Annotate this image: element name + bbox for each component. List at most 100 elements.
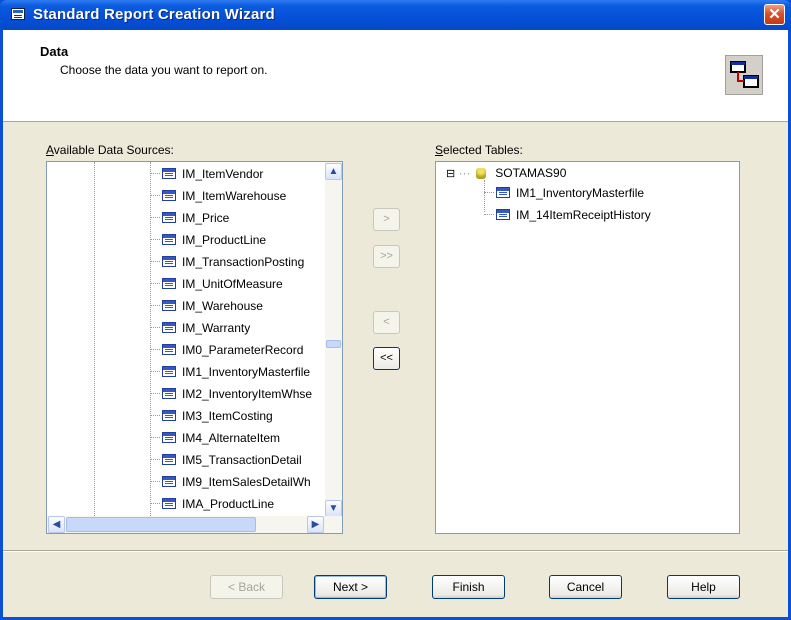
selected-table-item[interactable]: IM_14ItemReceiptHistory — [484, 205, 651, 225]
scroll-down-button[interactable]: ▼ — [325, 500, 342, 517]
tree-connector — [150, 503, 160, 504]
list-item[interactable]: IM_ProductLine — [150, 230, 266, 250]
list-item-label: IM5_TransactionDetail — [182, 453, 302, 467]
selected-tables-label: Selected Tables: — [435, 143, 523, 157]
list-item[interactable]: IM4_AlternateItem — [150, 428, 280, 448]
list-item-label: IM_Warehouse — [182, 299, 263, 313]
list-item[interactable]: IM_UnitOfMeasure — [150, 274, 283, 294]
list-item[interactable]: IMA_ProductLine — [150, 494, 274, 514]
selected-table-label: IM1_InventoryMasterfile — [516, 186, 645, 200]
step-title: Data — [40, 44, 69, 59]
list-item[interactable]: IM_ItemWarehouse — [150, 186, 286, 206]
app-window-icon — [11, 8, 25, 20]
collapse-icon[interactable]: ⊟ — [446, 168, 455, 180]
remove-all-tables-button[interactable]: << — [373, 347, 400, 370]
scroll-up-button[interactable]: ▲ — [325, 163, 342, 180]
footer-divider — [3, 550, 788, 552]
list-item-label: IM_UnitOfMeasure — [182, 277, 283, 291]
vertical-scroll-thumb[interactable] — [326, 340, 341, 348]
list-item-label: IM_ProductLine — [182, 233, 267, 247]
finish-button[interactable]: Finish — [432, 575, 505, 599]
horizontal-scroll-thumb[interactable] — [66, 517, 256, 532]
table-icon — [162, 278, 176, 290]
table-icon — [162, 168, 176, 180]
step-subtitle: Choose the data you want to report on. — [60, 63, 268, 77]
list-item-label: IM3_ItemCosting — [182, 409, 273, 423]
table-icon — [496, 209, 510, 221]
table-icon — [162, 432, 176, 444]
available-sources-list[interactable]: IM_ItemVendor IM_ItemWarehouse IM_Price IM_… — [46, 161, 343, 534]
tree-connector — [150, 327, 160, 328]
title-bar[interactable]: Standard Report Creation Wizard ✕ — [0, 0, 791, 30]
table-icon — [496, 187, 510, 199]
available-horizontal-scrollbar[interactable]: ◀ ▶ — [47, 516, 342, 533]
selected-tables-list[interactable]: ⊟ ··· SOTAMAS90 IM1_InventoryMasterfile I… — [435, 161, 740, 534]
table-icon — [162, 498, 176, 510]
list-item[interactable]: IM1_InventoryMasterfile — [150, 362, 310, 382]
help-button-label: Help — [691, 580, 716, 594]
table-icon — [162, 212, 176, 224]
scroll-left-button[interactable]: ◀ — [48, 516, 65, 533]
add-table-button[interactable]: > — [373, 208, 400, 231]
list-item-label: IM4_AlternateItem — [182, 431, 281, 445]
help-button[interactable]: Help — [667, 575, 740, 599]
next-button[interactable]: Next > — [314, 575, 387, 599]
database-icon — [475, 168, 486, 180]
tree-connector: ··· — [458, 166, 471, 180]
table-icon — [162, 410, 176, 422]
tree-connector — [150, 173, 160, 174]
tree-guide-line — [94, 162, 95, 518]
selected-table-item[interactable]: IM1_InventoryMasterfile — [484, 183, 644, 203]
next-button-label: Next > — [332, 580, 368, 594]
list-item[interactable]: IM3_ItemCosting — [150, 406, 273, 426]
wizard-window: Standard Report Creation Wizard ✕ Data C… — [0, 0, 791, 620]
wizard-body: Data Choose the data you want to report … — [3, 30, 788, 617]
tree-root-node[interactable]: ⊟ ··· SOTAMAS90 — [446, 163, 566, 183]
close-button[interactable]: ✕ — [764, 4, 785, 25]
list-item[interactable]: IM9_ItemSalesDetailWh — [150, 472, 311, 492]
cancel-button[interactable]: Cancel — [549, 575, 622, 599]
cancel-button-label: Cancel — [566, 580, 605, 594]
list-item-label: IM_TransactionPosting — [182, 255, 305, 269]
list-item[interactable]: IM_Price — [150, 208, 229, 228]
available-sources-label-text: vailable Data Sources: — [53, 143, 174, 157]
list-item[interactable]: IM5_TransactionDetail — [150, 450, 302, 470]
available-sources-label: Available Data Sources: — [46, 143, 174, 157]
data-link-icon — [725, 55, 763, 95]
tree-connector — [150, 437, 160, 438]
table-icon — [162, 256, 176, 268]
table-icon — [162, 322, 176, 334]
list-item[interactable]: IM_Warranty — [150, 318, 250, 338]
tree-connector — [150, 459, 160, 460]
list-item[interactable]: IM_ItemVendor — [150, 164, 263, 184]
tree-connector — [150, 239, 160, 240]
tree-connector — [150, 283, 160, 284]
remove-table-button[interactable]: < — [373, 311, 400, 334]
finish-button-label: Finish — [452, 580, 485, 594]
tree-connector — [150, 261, 160, 262]
list-item-label: IM_ItemWarehouse — [182, 189, 287, 203]
table-icon — [162, 234, 176, 246]
tree-connector — [484, 192, 494, 193]
table-icon — [162, 344, 176, 356]
scroll-right-button[interactable]: ▶ — [307, 516, 324, 533]
tree-connector — [150, 195, 160, 196]
list-item[interactable]: IM2_InventoryItemWhse — [150, 384, 312, 404]
list-item-label: IM2_InventoryItemWhse — [182, 387, 313, 401]
table-icon — [162, 454, 176, 466]
table-icon — [162, 300, 176, 312]
tree-connector — [150, 415, 160, 416]
tree-connector — [150, 305, 160, 306]
available-vertical-scrollbar[interactable]: ▲ ▼ — [325, 162, 342, 518]
tree-connector — [484, 214, 494, 215]
list-item[interactable]: IM_TransactionPosting — [150, 252, 304, 272]
add-all-tables-button[interactable]: >> — [373, 245, 400, 268]
selected-table-label: IM_14ItemReceiptHistory — [516, 208, 651, 222]
wizard-header: Data Choose the data you want to report … — [3, 30, 788, 122]
list-item-label: IMA_ProductLine — [182, 497, 275, 511]
list-item[interactable]: IM_Warehouse — [150, 296, 263, 316]
list-item-label: IM0_ParameterRecord — [182, 343, 304, 357]
list-item-label: IM1_InventoryMasterfile — [182, 365, 311, 379]
table-icon — [162, 366, 176, 378]
list-item[interactable]: IM0_ParameterRecord — [150, 340, 303, 360]
